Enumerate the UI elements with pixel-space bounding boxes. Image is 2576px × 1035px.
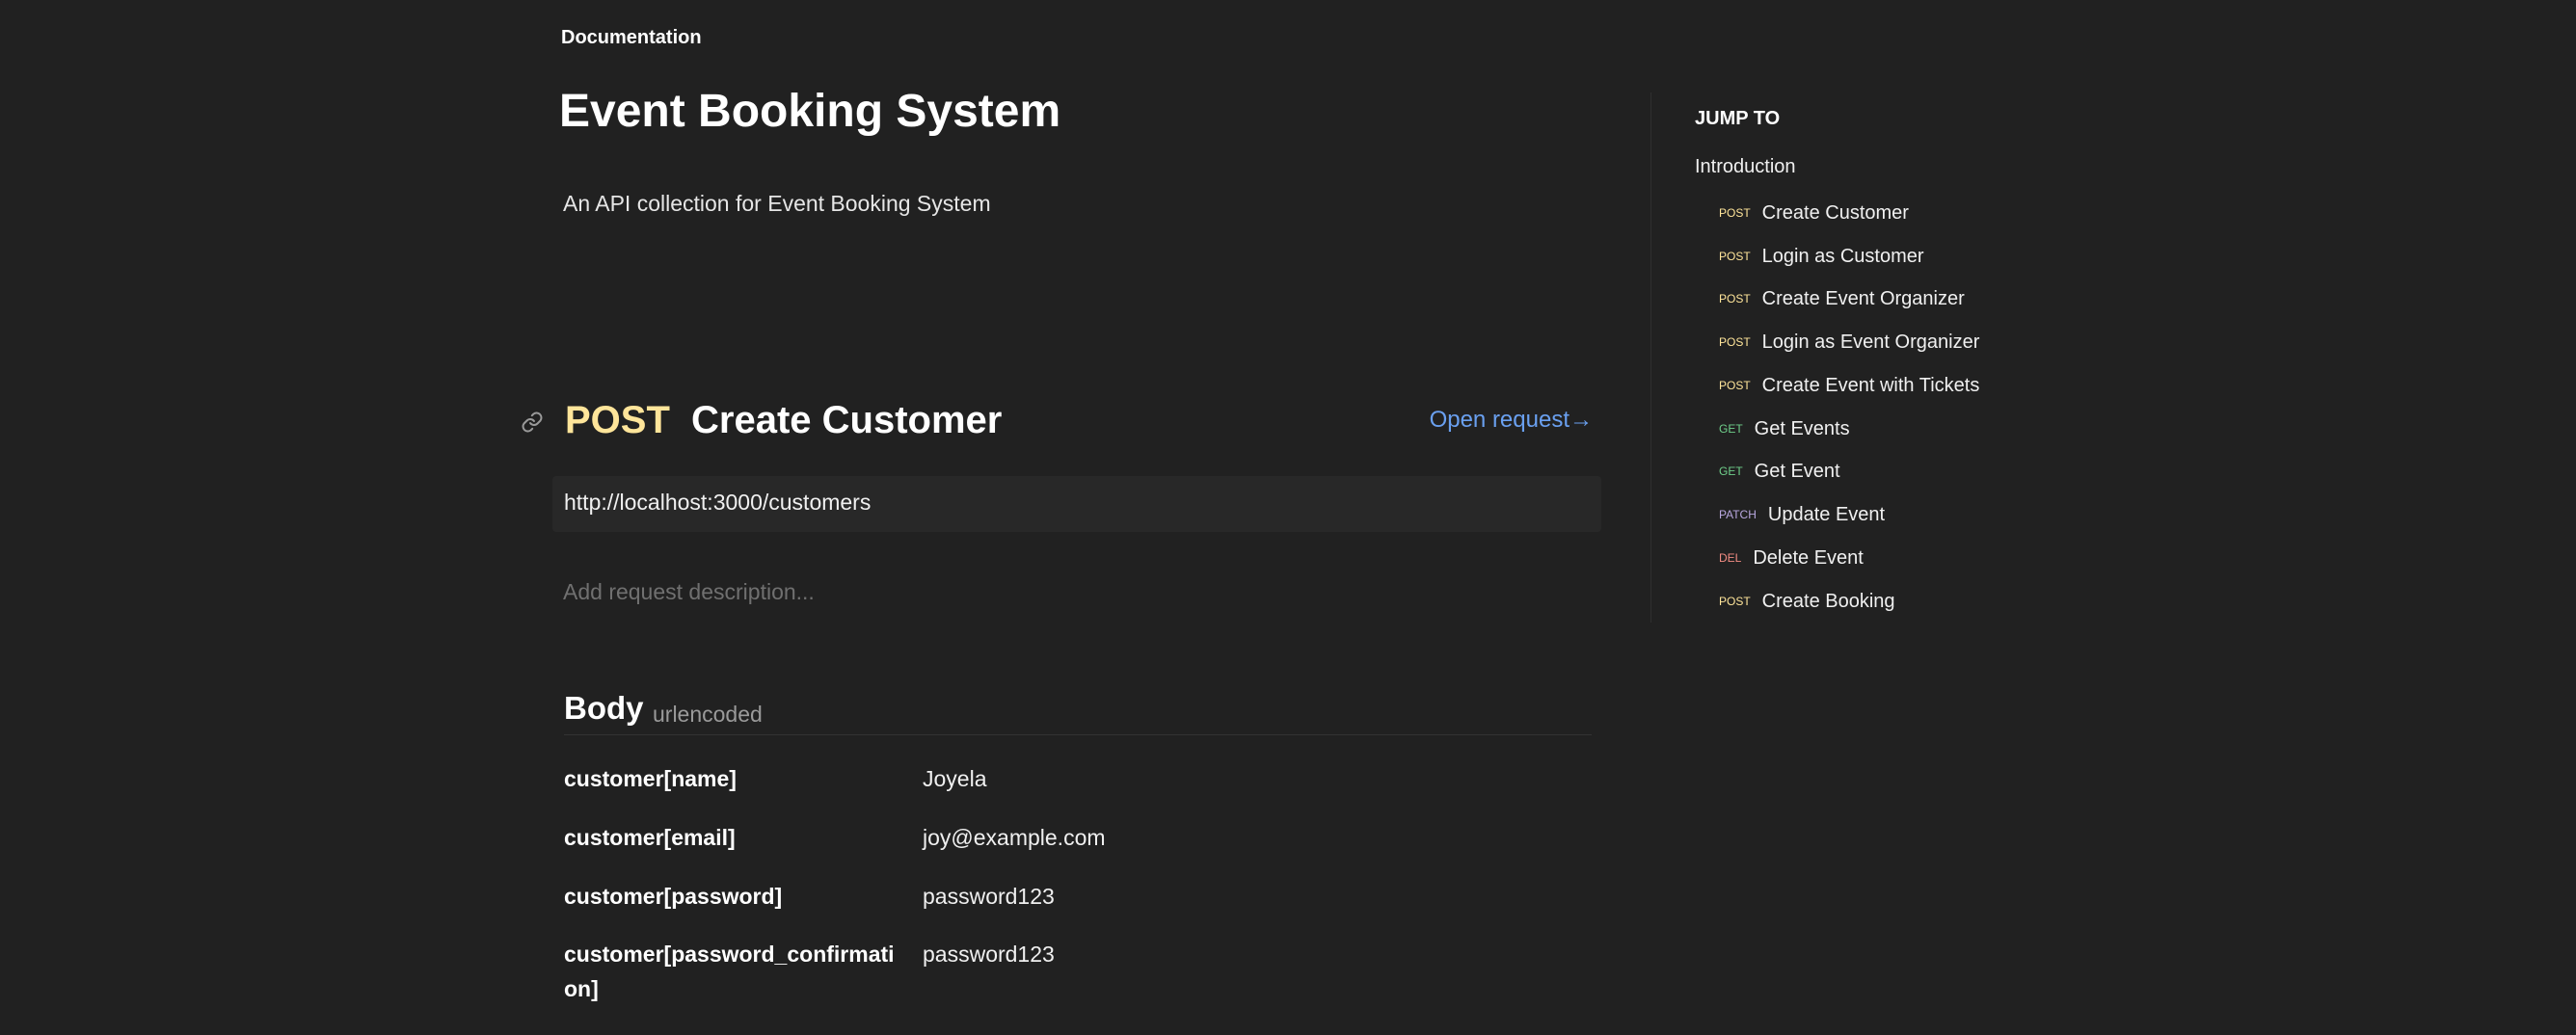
sidebar-item-update-event[interactable]: PATCH Update Event [1719,500,1885,529]
sidebar-item-introduction[interactable]: Introduction [1695,156,1796,178]
request-url: http://localhost:3000/customers [564,490,872,515]
collection-description: An API collection for Event Booking Syst… [563,191,991,216]
documentation-page: Documentation Event Booking System An AP… [0,0,2576,1035]
sidebar-item-create-customer[interactable]: POST Create Customer [1719,199,1909,227]
sidebar-heading: JUMP TO [1695,108,1781,129]
request-header: POST Create Customer Open request→ [521,389,1593,451]
sidebar-item-label: Delete Event [1753,546,1864,569]
sidebar-item-get-event[interactable]: GET Get Event [1719,457,1840,486]
method-badge: POST [1719,595,1751,608]
method-badge: GET [1719,422,1743,436]
sidebar-item-login-as-event-organizer[interactable]: POST Login as Event Organizer [1719,328,1979,357]
method-badge: POST [1719,379,1751,392]
sidebar-item-label: Create Event with Tickets [1761,374,1980,396]
request-description-placeholder[interactable]: Add request description... [563,579,815,605]
sidebar-item-label: Create Booking [1761,590,1895,612]
sidebar-item-get-events[interactable]: GET Get Events [1719,414,1850,443]
sidebar-divider [1650,93,1651,623]
breadcrumb[interactable]: Documentation [561,27,702,49]
body-mode: urlencoded [653,702,763,727]
param-key: customer[name] [564,766,737,791]
method-badge: GET [1719,464,1743,478]
open-request-link[interactable]: Open request→ [1430,405,1593,436]
method-badge: DEL [1719,551,1742,565]
sidebar-item-label: Login as Customer [1761,245,1924,267]
method-badge: PATCH [1719,508,1757,521]
sidebar-item-label: Get Event [1754,460,1840,482]
sidebar-item-label: Create Event Organizer [1761,287,1965,309]
method-badge: POST [1719,250,1751,263]
sidebar-item-create-event-with-tickets[interactable]: POST Create Event with Tickets [1719,371,1979,400]
page-title: Event Booking System [559,86,1061,137]
sidebar-item-create-event-organizer[interactable]: POST Create Event Organizer [1719,284,1965,313]
sidebar-item-label: Get Events [1754,417,1850,439]
request-url-box: http://localhost:3000/customers [552,476,1601,532]
param-key: customer[password_confirmation] [564,942,895,1001]
request-name: Create Customer [691,399,1003,441]
sidebar-item-login-as-customer[interactable]: POST Login as Customer [1719,242,1924,271]
method-badge: POST [1719,335,1751,349]
body-header: Body urlencoded [564,688,1592,735]
sidebar-item-label: Update Event [1767,503,1886,525]
link-icon[interactable] [521,411,544,434]
param-value: joy@example.com [923,825,1106,850]
param-value: password123 [923,942,1055,967]
request-method: POST [565,399,670,441]
param-value: Joyela [923,766,987,791]
param-key: customer[email] [564,825,736,850]
param-key: customer[password] [564,884,783,909]
method-badge: POST [1719,292,1751,305]
sidebar-item-label: Login as Event Organizer [1761,331,1980,353]
sidebar-item-create-booking[interactable]: POST Create Booking [1719,587,1895,616]
param-value: password123 [923,884,1055,909]
sidebar-item-label: Create Customer [1761,201,1909,224]
sidebar-item-delete-event[interactable]: DEL Delete Event [1719,544,1864,572]
method-badge: POST [1719,206,1751,220]
body-title: Body [564,690,644,726]
